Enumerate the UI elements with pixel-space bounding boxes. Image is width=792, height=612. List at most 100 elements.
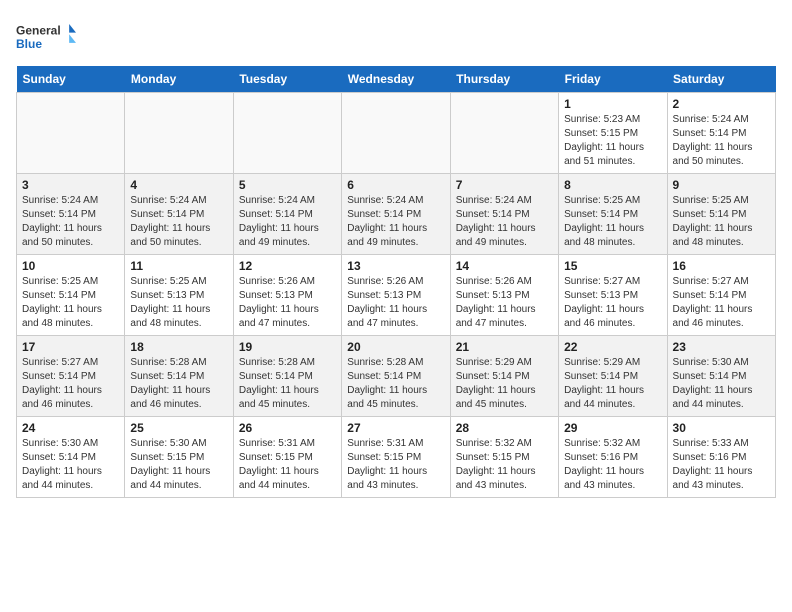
days-header-row: SundayMondayTuesdayWednesdayThursdayFrid…	[17, 66, 776, 93]
week-row-5: 24 Sunrise: 5:30 AM Sunset: 5:14 PM Dayli…	[17, 417, 776, 498]
header-monday: Monday	[125, 66, 233, 93]
day-info: Sunrise: 5:28 AM Sunset: 5:14 PM Dayligh…	[347, 356, 444, 412]
day-cell: 1 Sunrise: 5:23 AM Sunset: 5:15 PM Daylig…	[559, 93, 667, 174]
day-number: 29	[564, 421, 661, 435]
page-header: General Blue	[16, 16, 776, 56]
day-cell: 22 Sunrise: 5:29 AM Sunset: 5:14 PM Dayli…	[559, 336, 667, 417]
day-info: Sunrise: 5:24 AM Sunset: 5:14 PM Dayligh…	[456, 194, 553, 250]
calendar-table: SundayMondayTuesdayWednesdayThursdayFrid…	[16, 66, 776, 498]
day-number: 3	[22, 178, 119, 192]
day-number: 20	[347, 340, 444, 354]
day-number: 4	[130, 178, 227, 192]
header-sunday: Sunday	[17, 66, 125, 93]
day-number: 18	[130, 340, 227, 354]
day-info: Sunrise: 5:28 AM Sunset: 5:14 PM Dayligh…	[239, 356, 336, 412]
day-number: 1	[564, 97, 661, 111]
day-number: 2	[673, 97, 770, 111]
header-tuesday: Tuesday	[233, 66, 341, 93]
day-info: Sunrise: 5:23 AM Sunset: 5:15 PM Dayligh…	[564, 113, 661, 169]
header-saturday: Saturday	[667, 66, 775, 93]
day-cell: 25Sunrise: 5:30 AM Sunset: 5:15 PM Dayli…	[125, 417, 233, 498]
day-info: Sunrise: 5:25 AM Sunset: 5:13 PM Dayligh…	[130, 275, 227, 331]
day-cell: 8 Sunrise: 5:25 AM Sunset: 5:14 PM Daylig…	[559, 174, 667, 255]
day-info: Sunrise: 5:26 AM Sunset: 5:13 PM Dayligh…	[456, 275, 553, 331]
day-info: Sunrise: 5:30 AM Sunset: 5:15 PM Dayligh…	[130, 437, 227, 493]
day-number: 17	[22, 340, 119, 354]
week-row-2: 3 Sunrise: 5:24 AM Sunset: 5:14 PM Daylig…	[17, 174, 776, 255]
day-number: 15	[564, 259, 661, 273]
day-cell	[342, 93, 450, 174]
day-info: Sunrise: 5:24 AM Sunset: 5:14 PM Dayligh…	[239, 194, 336, 250]
day-cell: 28Sunrise: 5:32 AM Sunset: 5:15 PM Dayli…	[450, 417, 558, 498]
day-cell: 29 Sunrise: 5:32 AM Sunset: 5:16 PM Dayli…	[559, 417, 667, 498]
day-number: 14	[456, 259, 553, 273]
day-number: 7	[456, 178, 553, 192]
day-number: 8	[564, 178, 661, 192]
day-number: 30	[673, 421, 770, 435]
day-info: Sunrise: 5:25 AM Sunset: 5:14 PM Dayligh…	[564, 194, 661, 250]
day-cell: 10Sunrise: 5:25 AM Sunset: 5:14 PM Dayli…	[17, 255, 125, 336]
day-cell	[125, 93, 233, 174]
header-friday: Friday	[559, 66, 667, 93]
day-info: Sunrise: 5:24 AM Sunset: 5:14 PM Dayligh…	[22, 194, 119, 250]
day-cell: 16Sunrise: 5:27 AM Sunset: 5:14 PM Dayli…	[667, 255, 775, 336]
day-info: Sunrise: 5:24 AM Sunset: 5:14 PM Dayligh…	[347, 194, 444, 250]
day-number: 12	[239, 259, 336, 273]
day-cell: 30 Sunrise: 5:33 AM Sunset: 5:16 PM Dayli…	[667, 417, 775, 498]
day-number: 24	[22, 421, 119, 435]
day-cell: 20 Sunrise: 5:28 AM Sunset: 5:14 PM Dayli…	[342, 336, 450, 417]
day-number: 11	[130, 259, 227, 273]
day-info: Sunrise: 5:30 AM Sunset: 5:14 PM Dayligh…	[22, 437, 119, 493]
day-info: Sunrise: 5:25 AM Sunset: 5:14 PM Dayligh…	[673, 194, 770, 250]
day-number: 13	[347, 259, 444, 273]
day-number: 10	[22, 259, 119, 273]
day-cell: 2 Sunrise: 5:24 AM Sunset: 5:14 PM Daylig…	[667, 93, 775, 174]
day-info: Sunrise: 5:27 AM Sunset: 5:14 PM Dayligh…	[22, 356, 119, 412]
day-info: Sunrise: 5:31 AM Sunset: 5:15 PM Dayligh…	[239, 437, 336, 493]
day-number: 16	[673, 259, 770, 273]
day-cell: 4 Sunrise: 5:24 AM Sunset: 5:14 PM Daylig…	[125, 174, 233, 255]
week-row-1: 1 Sunrise: 5:23 AM Sunset: 5:15 PM Daylig…	[17, 93, 776, 174]
day-info: Sunrise: 5:29 AM Sunset: 5:14 PM Dayligh…	[564, 356, 661, 412]
day-cell: 17 Sunrise: 5:27 AM Sunset: 5:14 PM Dayli…	[17, 336, 125, 417]
day-info: Sunrise: 5:33 AM Sunset: 5:16 PM Dayligh…	[673, 437, 770, 493]
day-number: 26	[239, 421, 336, 435]
day-info: Sunrise: 5:24 AM Sunset: 5:14 PM Dayligh…	[673, 113, 770, 169]
day-cell: 13 Sunrise: 5:26 AM Sunset: 5:13 PM Dayli…	[342, 255, 450, 336]
day-cell: 19 Sunrise: 5:28 AM Sunset: 5:14 PM Dayli…	[233, 336, 341, 417]
svg-text:Blue: Blue	[16, 37, 42, 51]
day-cell: 7 Sunrise: 5:24 AM Sunset: 5:14 PM Daylig…	[450, 174, 558, 255]
day-info: Sunrise: 5:28 AM Sunset: 5:14 PM Dayligh…	[130, 356, 227, 412]
day-number: 19	[239, 340, 336, 354]
week-row-3: 10Sunrise: 5:25 AM Sunset: 5:14 PM Dayli…	[17, 255, 776, 336]
day-info: Sunrise: 5:32 AM Sunset: 5:15 PM Dayligh…	[456, 437, 553, 493]
day-info: Sunrise: 5:29 AM Sunset: 5:14 PM Dayligh…	[456, 356, 553, 412]
day-info: Sunrise: 5:32 AM Sunset: 5:16 PM Dayligh…	[564, 437, 661, 493]
day-number: 5	[239, 178, 336, 192]
header-wednesday: Wednesday	[342, 66, 450, 93]
logo: General Blue	[16, 16, 76, 56]
day-cell: 14 Sunrise: 5:26 AM Sunset: 5:13 PM Dayli…	[450, 255, 558, 336]
day-info: Sunrise: 5:30 AM Sunset: 5:14 PM Dayligh…	[673, 356, 770, 412]
day-info: Sunrise: 5:24 AM Sunset: 5:14 PM Dayligh…	[130, 194, 227, 250]
day-cell: 6 Sunrise: 5:24 AM Sunset: 5:14 PM Daylig…	[342, 174, 450, 255]
day-cell: 18 Sunrise: 5:28 AM Sunset: 5:14 PM Dayli…	[125, 336, 233, 417]
day-number: 9	[673, 178, 770, 192]
week-row-4: 17 Sunrise: 5:27 AM Sunset: 5:14 PM Dayli…	[17, 336, 776, 417]
day-cell	[233, 93, 341, 174]
day-cell: 9 Sunrise: 5:25 AM Sunset: 5:14 PM Daylig…	[667, 174, 775, 255]
day-cell: 3 Sunrise: 5:24 AM Sunset: 5:14 PM Daylig…	[17, 174, 125, 255]
logo-svg: General Blue	[16, 16, 76, 56]
day-cell: 23 Sunrise: 5:30 AM Sunset: 5:14 PM Dayli…	[667, 336, 775, 417]
day-info: Sunrise: 5:31 AM Sunset: 5:15 PM Dayligh…	[347, 437, 444, 493]
header-thursday: Thursday	[450, 66, 558, 93]
day-number: 6	[347, 178, 444, 192]
day-number: 22	[564, 340, 661, 354]
day-info: Sunrise: 5:26 AM Sunset: 5:13 PM Dayligh…	[239, 275, 336, 331]
day-number: 23	[673, 340, 770, 354]
day-cell: 11 Sunrise: 5:25 AM Sunset: 5:13 PM Dayli…	[125, 255, 233, 336]
day-cell: 26 Sunrise: 5:31 AM Sunset: 5:15 PM Dayli…	[233, 417, 341, 498]
day-info: Sunrise: 5:27 AM Sunset: 5:13 PM Dayligh…	[564, 275, 661, 331]
day-info: Sunrise: 5:26 AM Sunset: 5:13 PM Dayligh…	[347, 275, 444, 331]
day-cell: 24 Sunrise: 5:30 AM Sunset: 5:14 PM Dayli…	[17, 417, 125, 498]
